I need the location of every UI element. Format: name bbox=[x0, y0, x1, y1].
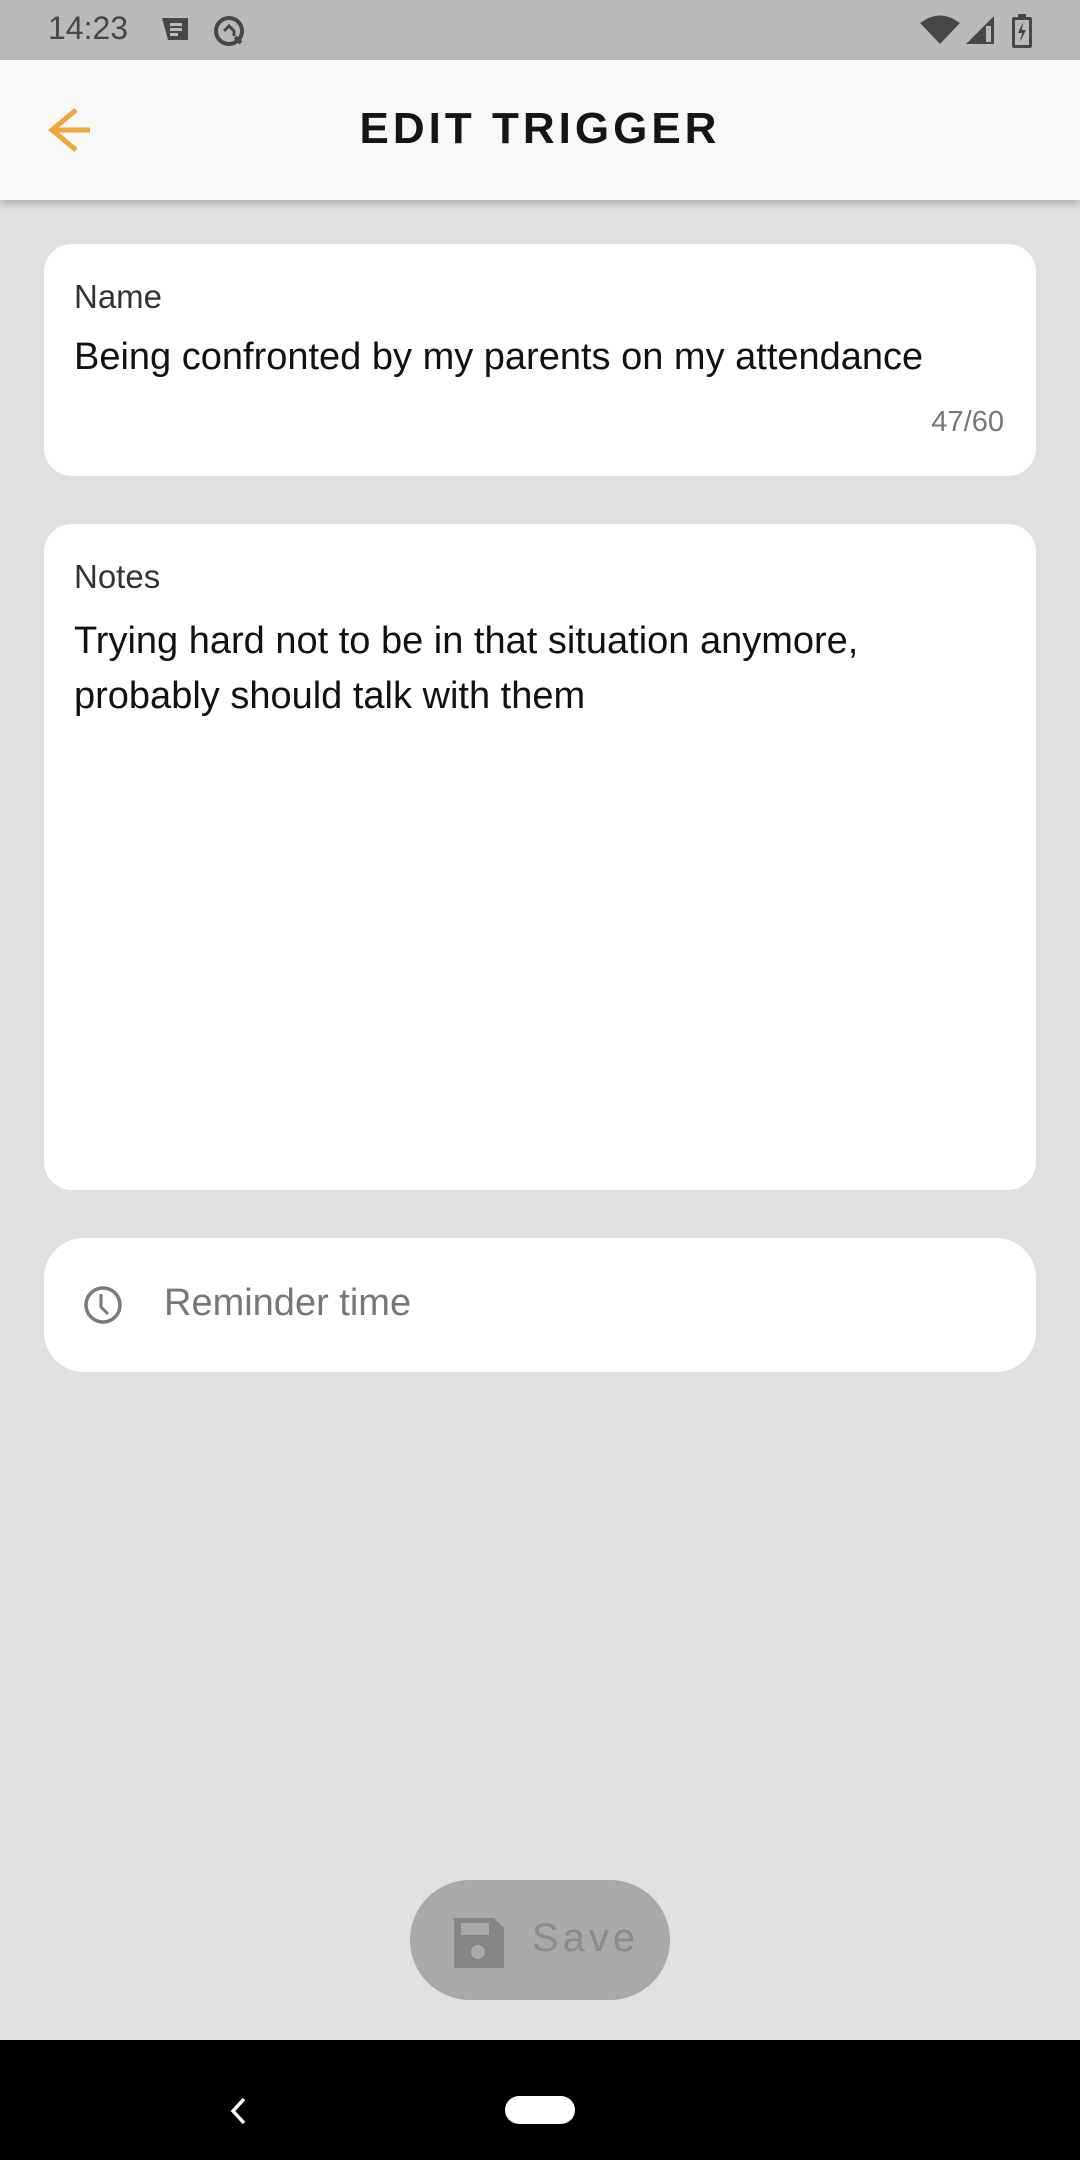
notes-input[interactable]: Trying hard not to be in that situation … bbox=[74, 614, 1004, 724]
app-bar: EDIT TRIGGER bbox=[0, 60, 1080, 200]
floppy-disk-icon bbox=[454, 1918, 504, 1968]
save-button[interactable]: Save bbox=[410, 1880, 670, 2000]
message-icon bbox=[162, 18, 188, 40]
notes-label: Notes bbox=[74, 558, 161, 595]
save-label: Save bbox=[532, 1916, 640, 1960]
reminder-time-placeholder[interactable]: Reminder time bbox=[164, 1282, 411, 1325]
notes-field[interactable]: Notes Trying hard not to be in that situ… bbox=[44, 524, 1036, 1190]
name-field[interactable]: Name Being confronted by my parents on m… bbox=[44, 244, 1036, 476]
system-navigation-bar bbox=[0, 2040, 1080, 2160]
nav-home-pill[interactable] bbox=[505, 2096, 575, 2124]
clock-icon bbox=[84, 1286, 122, 1324]
page-title: EDIT TRIGGER bbox=[359, 104, 721, 153]
signal-icon bbox=[966, 16, 994, 44]
data-saver-icon bbox=[214, 16, 244, 46]
reminder-time-field[interactable]: Reminder time bbox=[44, 1238, 1036, 1372]
status-time: 14:23 bbox=[48, 10, 129, 46]
name-label: Name bbox=[74, 278, 163, 315]
battery-charging-icon bbox=[1012, 14, 1032, 48]
wifi-icon bbox=[920, 15, 960, 44]
status-bar: 14:23 bbox=[0, 0, 1080, 60]
character-counter: 47/60 bbox=[931, 406, 1004, 438]
name-input[interactable]: Being confronted by my parents on my att… bbox=[74, 336, 1006, 379]
nav-back-icon[interactable] bbox=[226, 2096, 250, 2126]
